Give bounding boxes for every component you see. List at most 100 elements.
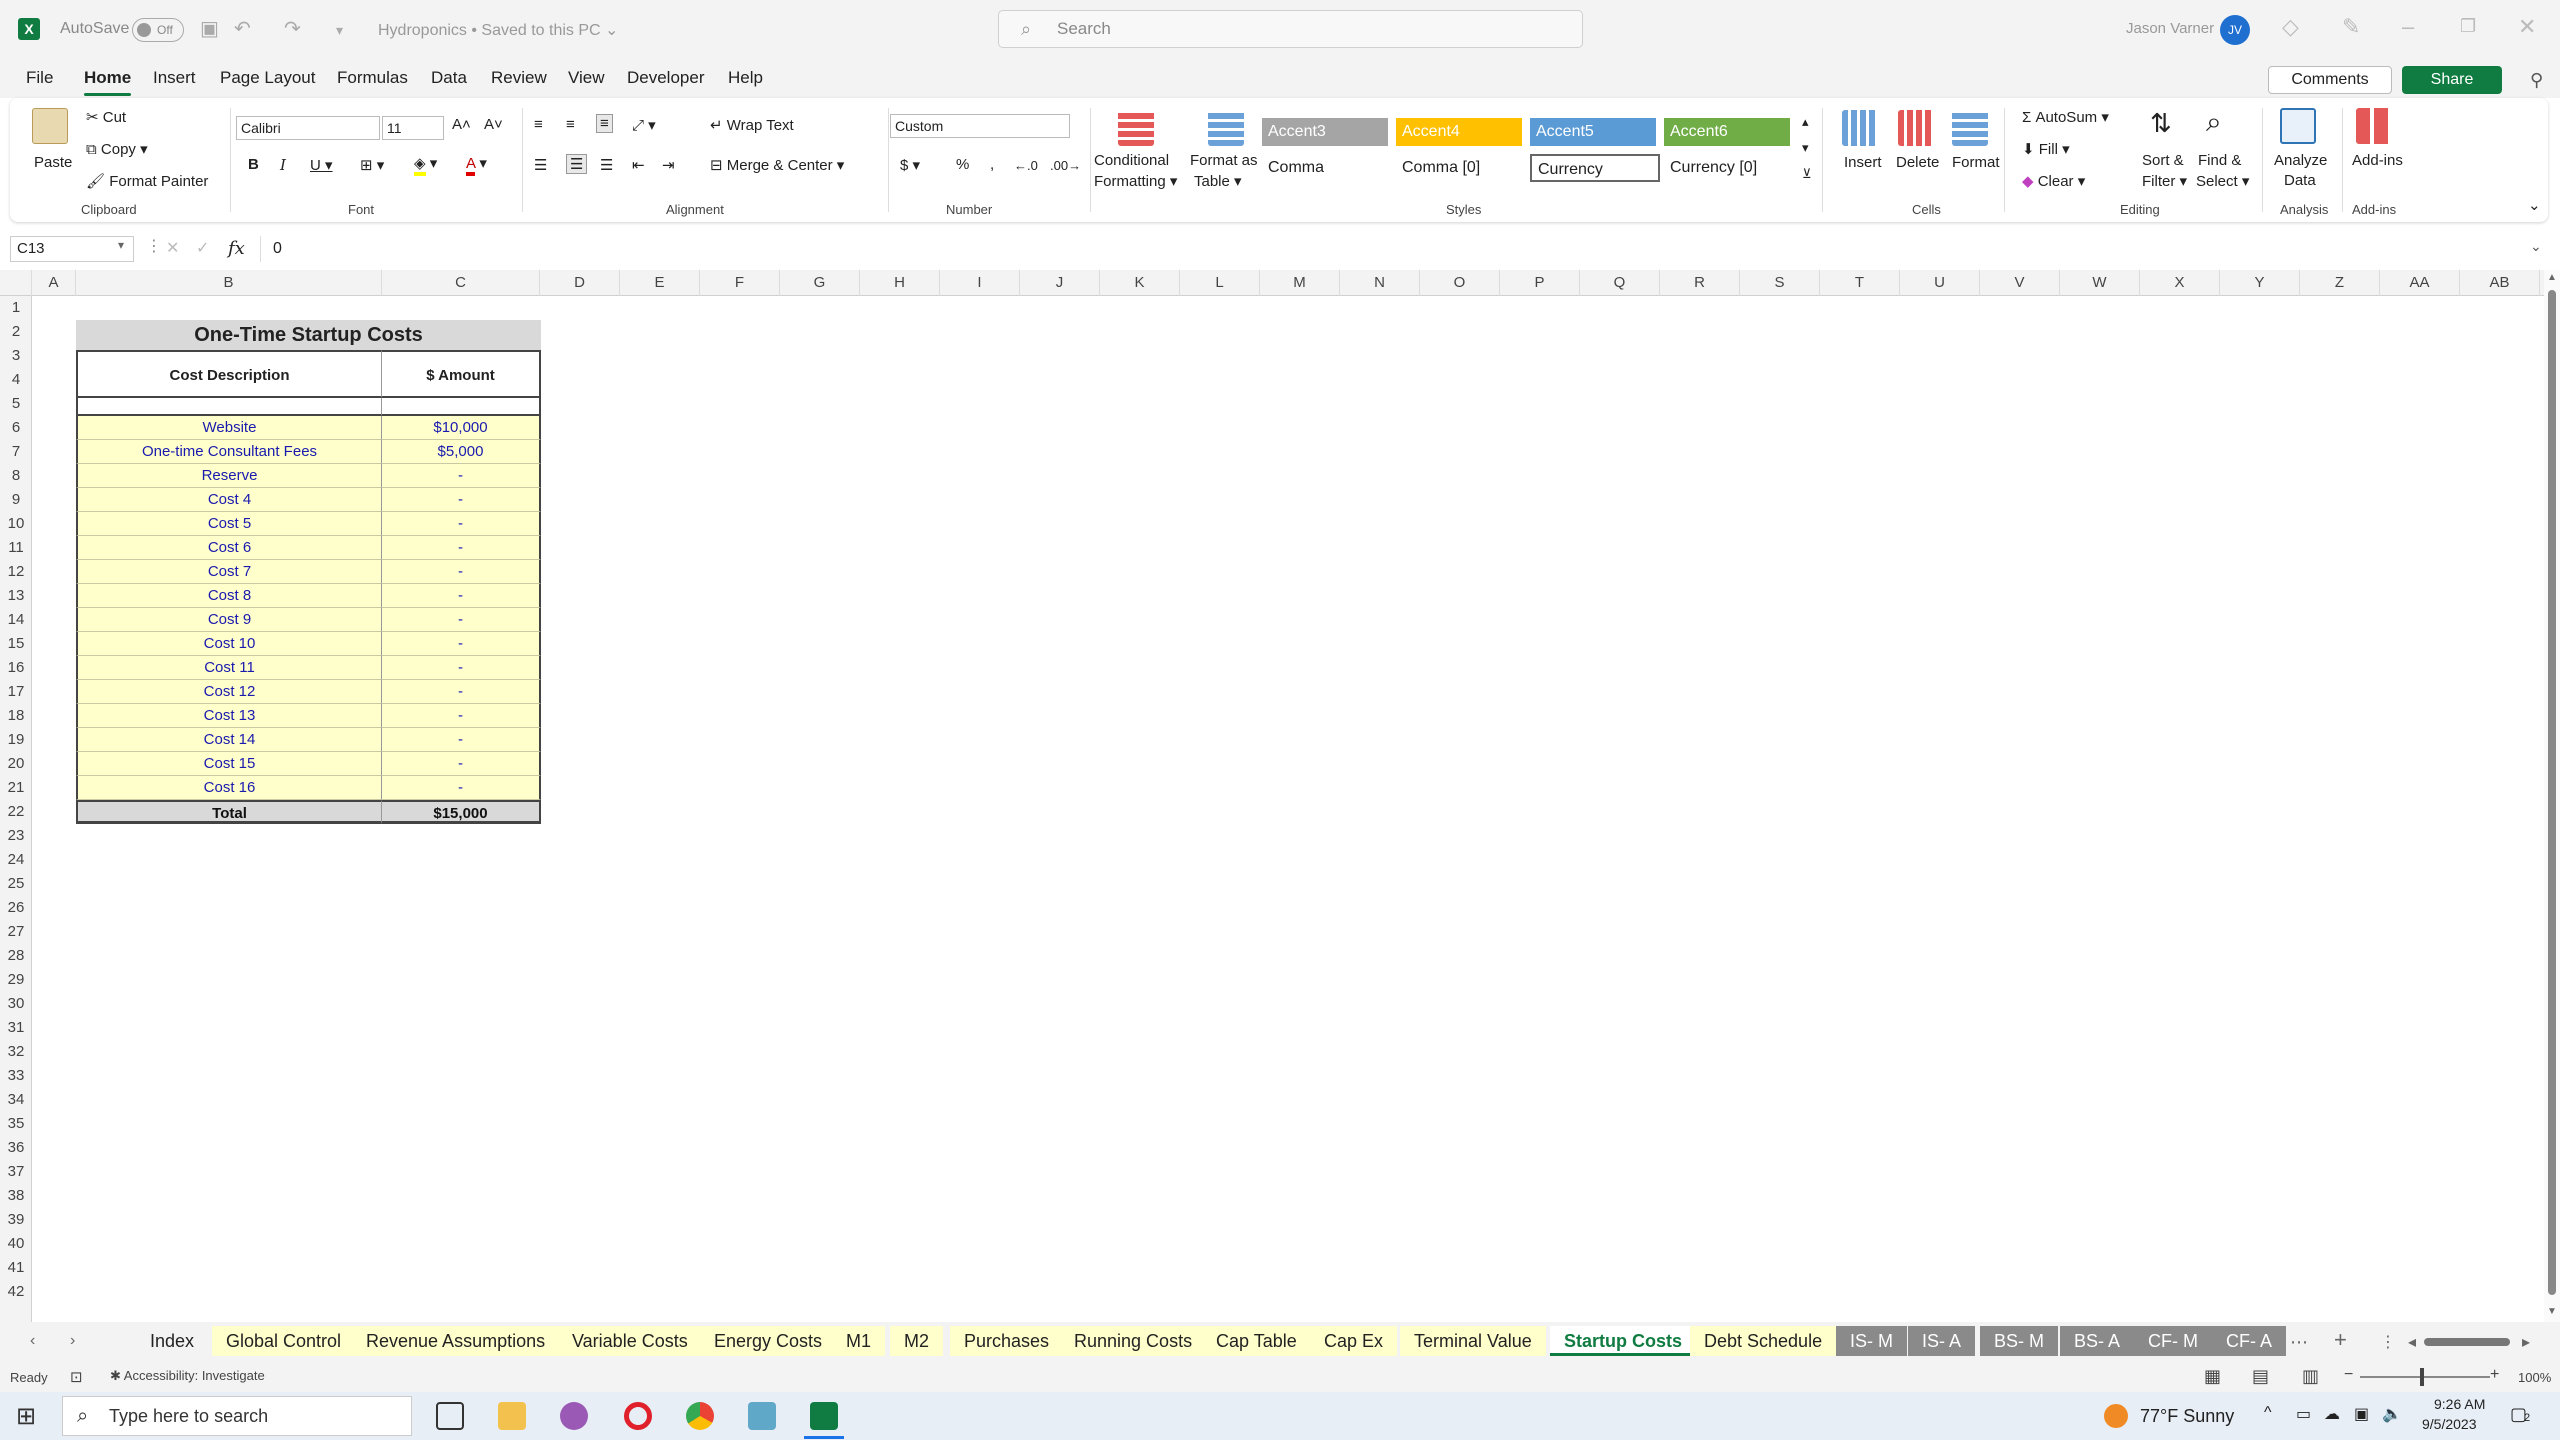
select-all-corner[interactable] xyxy=(0,270,32,296)
header-cost-description[interactable]: Cost Description xyxy=(76,350,382,398)
more-sheets-icon[interactable]: ⋯ xyxy=(2290,1332,2308,1353)
align-center-icon[interactable]: ☰ xyxy=(566,154,588,174)
scrollbar-thumb[interactable] xyxy=(2548,290,2556,1295)
autosave-toggle[interactable]: Off xyxy=(132,18,184,42)
column-header[interactable]: X xyxy=(2140,270,2220,296)
task-view-icon[interactable] xyxy=(436,1402,464,1430)
formula-input[interactable]: 0 xyxy=(260,236,2530,262)
cost-description-cell[interactable]: Cost 5 xyxy=(76,512,382,536)
share-button[interactable]: Share xyxy=(2402,66,2502,94)
sort-filter-button[interactable]: Sort & xyxy=(2142,152,2184,169)
total-value-cell[interactable]: $15,000 xyxy=(382,800,541,824)
row-header[interactable]: 37 xyxy=(0,1160,32,1184)
save-icon[interactable]: ▣ xyxy=(200,16,219,41)
conditional-formatting-button[interactable]: Conditional xyxy=(1094,152,1169,169)
comments-button[interactable]: Comments xyxy=(2268,66,2392,94)
excel-taskbar-icon[interactable] xyxy=(810,1402,838,1430)
sheet-tab[interactable]: CF- M xyxy=(2134,1326,2212,1356)
user-name[interactable]: Jason Varner xyxy=(2126,20,2214,37)
customize-toolbar-icon[interactable]: ▾ xyxy=(336,22,343,39)
column-header[interactable]: Q xyxy=(1580,270,1660,296)
style-comma[interactable]: Comma xyxy=(1262,154,1388,182)
pen-icon[interactable]: ✎ xyxy=(2342,14,2360,40)
percent-icon[interactable]: % xyxy=(956,156,969,173)
cost-amount-cell[interactable]: - xyxy=(382,704,541,728)
cost-amount-cell[interactable]: - xyxy=(382,584,541,608)
style-accent4[interactable]: Accent4 xyxy=(1396,118,1522,146)
vertical-scrollbar[interactable]: ▲ ▼ xyxy=(2544,270,2560,1322)
zoom-in-icon[interactable]: + xyxy=(2490,1366,2499,1384)
table-title[interactable]: One-Time Startup Costs xyxy=(76,320,541,350)
column-header[interactable]: V xyxy=(1980,270,2060,296)
network-icon[interactable]: ▣ xyxy=(2354,1404,2369,1424)
align-left-icon[interactable]: ☰ xyxy=(534,156,547,174)
cost-amount-cell[interactable]: - xyxy=(382,656,541,680)
row-header[interactable]: 25 xyxy=(0,872,32,896)
merge-center-button[interactable]: ⊟ Merge & Center ▾ xyxy=(710,156,844,174)
accessibility-button[interactable]: ✱ Accessibility: Investigate xyxy=(110,1368,265,1384)
clear-button[interactable]: ◆ Clear ▾ xyxy=(2022,172,2085,190)
column-header[interactable]: F xyxy=(700,270,780,296)
cost-description-cell[interactable]: One-time Consultant Fees xyxy=(76,440,382,464)
paste-button[interactable]: Paste xyxy=(34,154,72,171)
total-label-cell[interactable]: Total xyxy=(76,800,382,824)
table-spacer-cell[interactable] xyxy=(382,398,541,416)
row-header[interactable]: 34 xyxy=(0,1088,32,1112)
column-header[interactable]: C xyxy=(382,270,540,296)
cost-description-cell[interactable]: Cost 6 xyxy=(76,536,382,560)
row-header[interactable]: 9 xyxy=(0,488,32,512)
cost-amount-cell[interactable]: - xyxy=(382,728,541,752)
font-name-select[interactable]: Calibri xyxy=(236,116,380,140)
column-header[interactable]: H xyxy=(860,270,940,296)
cost-description-cell[interactable]: Cost 10 xyxy=(76,632,382,656)
style-accent3[interactable]: Accent3 xyxy=(1262,118,1388,146)
cost-amount-cell[interactable]: - xyxy=(382,464,541,488)
column-header[interactable]: A xyxy=(32,270,76,296)
sheet-tab[interactable]: Running Costs xyxy=(1060,1326,1207,1356)
zoom-out-icon[interactable]: − xyxy=(2344,1366,2353,1384)
onedrive-icon[interactable]: ☁ xyxy=(2324,1404,2340,1424)
row-header[interactable]: 18 xyxy=(0,704,32,728)
row-header[interactable]: 19 xyxy=(0,728,32,752)
row-header[interactable]: 26 xyxy=(0,896,32,920)
name-box-dropdown-icon[interactable]: ▾ xyxy=(118,238,124,252)
borders-icon[interactable]: ⊞ ▾ xyxy=(360,156,384,174)
tab-developer[interactable]: Developer xyxy=(627,68,705,88)
cost-amount-cell[interactable]: - xyxy=(382,632,541,656)
scroll-up-icon[interactable]: ▲ xyxy=(2547,272,2557,283)
column-header[interactable]: AA xyxy=(2380,270,2460,296)
column-header[interactable]: G xyxy=(780,270,860,296)
cost-description-cell[interactable]: Cost 16 xyxy=(76,776,382,800)
column-header[interactable]: M xyxy=(1260,270,1340,296)
cost-amount-cell[interactable]: $5,000 xyxy=(382,440,541,464)
sheet-tab[interactable]: Global Control xyxy=(212,1326,356,1356)
zoom-slider[interactable] xyxy=(2360,1376,2490,1378)
format-as-table-button[interactable]: Format as xyxy=(1190,152,1258,169)
cost-amount-cell[interactable]: $10,000 xyxy=(382,416,541,440)
redo-icon[interactable]: ↷ xyxy=(284,16,301,41)
cost-amount-cell[interactable]: - xyxy=(382,752,541,776)
bold-button[interactable]: B xyxy=(248,156,259,173)
find-select-button[interactable]: Find & xyxy=(2198,152,2241,169)
column-header[interactable]: S xyxy=(1740,270,1820,296)
tab-file[interactable]: File xyxy=(26,68,53,88)
font-color-icon[interactable]: A ▾ xyxy=(466,154,487,176)
align-bottom-icon[interactable]: ≡ xyxy=(596,114,613,133)
analyze-data-label[interactable]: Data xyxy=(2284,172,2316,189)
row-header[interactable]: 39 xyxy=(0,1208,32,1232)
cost-amount-cell[interactable]: - xyxy=(382,608,541,632)
cost-description-cell[interactable]: Cost 4 xyxy=(76,488,382,512)
row-header[interactable]: 27 xyxy=(0,920,32,944)
tray-chevron-icon[interactable]: ^ xyxy=(2264,1404,2272,1422)
volume-icon[interactable]: 🔈 xyxy=(2382,1404,2402,1424)
style-currency[interactable]: Currency xyxy=(1530,154,1660,182)
italic-button[interactable]: I xyxy=(280,156,286,174)
style-accent5[interactable]: Accent5 xyxy=(1530,118,1656,146)
sheet-tab[interactable]: Cap Table xyxy=(1202,1326,1311,1356)
cancel-icon[interactable]: ✕ xyxy=(166,238,179,258)
prev-sheet-icon[interactable]: ‹ xyxy=(30,1332,35,1350)
restore-icon[interactable]: ❐ xyxy=(2460,16,2476,37)
close-icon[interactable]: ✕ xyxy=(2518,14,2536,40)
hscroll-left-icon[interactable]: ◂ xyxy=(2408,1332,2416,1352)
tab-formulas[interactable]: Formulas xyxy=(337,68,408,88)
